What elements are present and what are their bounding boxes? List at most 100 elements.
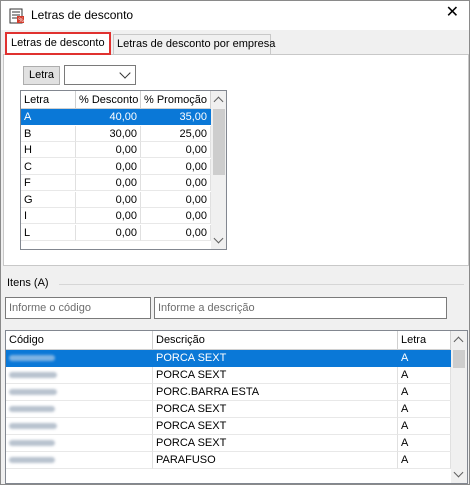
app-icon: % bbox=[9, 8, 24, 24]
cell-letra: A bbox=[21, 109, 76, 125]
column-header-codigo[interactable]: Código bbox=[6, 331, 153, 350]
cell-letra: B bbox=[21, 125, 76, 142]
itens-section-label: Itens (A) bbox=[7, 277, 49, 289]
cell-descricao: PORCA SEXT bbox=[153, 435, 398, 452]
cell-letra: A bbox=[398, 384, 451, 401]
cell-desconto: 40,00 bbox=[76, 109, 141, 125]
cell-codigo bbox=[6, 384, 153, 401]
scroll-up-icon[interactable] bbox=[453, 336, 464, 347]
itens-grid-header: Código Descrição Letra bbox=[6, 331, 451, 350]
cell-promocao: 25,00 bbox=[141, 125, 211, 142]
column-header-letra[interactable]: Letra bbox=[21, 91, 76, 109]
redacted-code bbox=[9, 440, 55, 446]
title-bar: % Letras de desconto ✕ bbox=[1, 1, 469, 30]
cell-promocao: 0,00 bbox=[141, 158, 211, 175]
cell-promocao: 0,00 bbox=[141, 175, 211, 191]
column-header-descricao[interactable]: Descrição bbox=[153, 331, 398, 350]
table-row[interactable]: B 30,00 25,00 bbox=[21, 125, 211, 143]
letras-grid-header: Letra % Desconto % Promoção bbox=[21, 91, 211, 109]
chevron-down-icon bbox=[119, 67, 131, 79]
letras-desconto-window: % Letras de desconto ✕ Letras de descont… bbox=[0, 0, 470, 485]
cell-letra: A bbox=[398, 401, 451, 418]
table-row[interactable]: PORCA SEXT A bbox=[6, 435, 451, 452]
tab-letras-de-desconto[interactable]: Letras de desconto bbox=[5, 32, 111, 55]
cell-letra: H bbox=[21, 142, 76, 158]
itens-grid-scrollbar[interactable] bbox=[451, 331, 467, 483]
table-row[interactable]: G 0,00 0,00 bbox=[21, 191, 211, 209]
cell-letra: I bbox=[21, 208, 76, 224]
table-row[interactable]: L 0,00 0,00 bbox=[21, 224, 211, 242]
cell-codigo bbox=[6, 367, 153, 384]
letras-grid[interactable]: Letra % Desconto % Promoção A 40,00 35,0… bbox=[20, 90, 227, 250]
column-header-promocao[interactable]: % Promoção bbox=[141, 91, 211, 109]
cell-desconto: 0,00 bbox=[76, 175, 141, 191]
section-divider bbox=[59, 284, 464, 285]
table-row[interactable]: PORCA SEXT A bbox=[6, 350, 451, 367]
cell-promocao: 0,00 bbox=[141, 224, 211, 241]
redacted-code bbox=[9, 406, 55, 412]
redacted-code bbox=[9, 389, 57, 395]
description-search-input[interactable]: Informe a descrição bbox=[154, 297, 447, 319]
cell-letra: A bbox=[398, 350, 451, 367]
window-title: Letras de desconto bbox=[31, 8, 134, 22]
table-row[interactable]: PORCA SEXT A bbox=[6, 418, 451, 435]
cell-descricao: PORC.BARRA ESTA bbox=[153, 384, 398, 401]
redacted-code bbox=[9, 423, 57, 429]
column-header-desconto[interactable]: % Desconto bbox=[76, 91, 141, 109]
cell-letra: A bbox=[398, 418, 451, 435]
table-row[interactable]: PORCA SEXT A bbox=[6, 401, 451, 418]
table-row[interactable]: I 0,00 0,00 bbox=[21, 208, 211, 225]
tab-letras-por-empresa[interactable]: Letras de desconto por empresa bbox=[113, 34, 275, 54]
cell-codigo bbox=[6, 350, 153, 367]
tab-strip: Letras de desconto Letras de desconto po… bbox=[3, 32, 469, 55]
letra-combo[interactable] bbox=[64, 65, 136, 85]
scroll-thumb[interactable] bbox=[213, 109, 225, 175]
column-header-letra[interactable]: Letra bbox=[398, 331, 451, 350]
cell-codigo bbox=[6, 435, 153, 452]
table-row[interactable]: C 0,00 0,00 bbox=[21, 158, 211, 176]
letra-button[interactable]: Letra bbox=[23, 66, 60, 85]
cell-desconto: 0,00 bbox=[76, 191, 141, 208]
cell-letra: A bbox=[398, 452, 451, 469]
itens-grid[interactable]: Código Descrição Letra PORCA SEXT A PORC… bbox=[5, 330, 468, 484]
cell-descricao: PARAFUSO bbox=[153, 452, 398, 469]
cell-desconto: 0,00 bbox=[76, 224, 141, 241]
cell-letra: F bbox=[21, 175, 76, 191]
redacted-code bbox=[9, 355, 55, 361]
scroll-up-icon[interactable] bbox=[213, 96, 224, 107]
table-row[interactable]: PORC.BARRA ESTA A bbox=[6, 384, 451, 401]
cell-desconto: 0,00 bbox=[76, 158, 141, 175]
table-row[interactable]: PARAFUSO A bbox=[6, 452, 451, 469]
cell-descricao: PORCA SEXT bbox=[153, 401, 398, 418]
redacted-code bbox=[9, 372, 57, 378]
table-row[interactable]: PORCA SEXT A bbox=[6, 367, 451, 384]
cell-letra: G bbox=[21, 191, 76, 208]
svg-text:%: % bbox=[18, 17, 24, 24]
scroll-thumb[interactable] bbox=[453, 350, 465, 368]
redacted-code bbox=[9, 457, 55, 463]
code-search-input[interactable]: Informe o código bbox=[5, 297, 151, 319]
cell-promocao: 35,00 bbox=[141, 109, 211, 125]
cell-codigo bbox=[6, 452, 153, 469]
table-row[interactable]: F 0,00 0,00 bbox=[21, 175, 211, 192]
cell-desconto: 0,00 bbox=[76, 142, 141, 158]
cell-promocao: 0,00 bbox=[141, 208, 211, 224]
cell-letra: C bbox=[21, 158, 76, 175]
cell-descricao: PORCA SEXT bbox=[153, 367, 398, 384]
scroll-down-icon[interactable] bbox=[453, 467, 464, 478]
cell-promocao: 0,00 bbox=[141, 191, 211, 208]
cell-codigo bbox=[6, 418, 153, 435]
table-row[interactable]: H 0,00 0,00 bbox=[21, 142, 211, 159]
close-icon[interactable]: ✕ bbox=[446, 5, 459, 21]
scroll-down-icon[interactable] bbox=[213, 233, 224, 244]
cell-desconto: 30,00 bbox=[76, 125, 141, 142]
table-row[interactable]: A 40,00 35,00 bbox=[21, 109, 211, 126]
letras-grid-scrollbar[interactable] bbox=[211, 91, 226, 249]
cell-letra: A bbox=[398, 435, 451, 452]
cell-desconto: 0,00 bbox=[76, 208, 141, 224]
cell-letra: A bbox=[398, 367, 451, 384]
cell-descricao: PORCA SEXT bbox=[153, 350, 398, 367]
cell-letra: L bbox=[21, 224, 76, 241]
cell-promocao: 0,00 bbox=[141, 142, 211, 158]
cell-descricao: PORCA SEXT bbox=[153, 418, 398, 435]
